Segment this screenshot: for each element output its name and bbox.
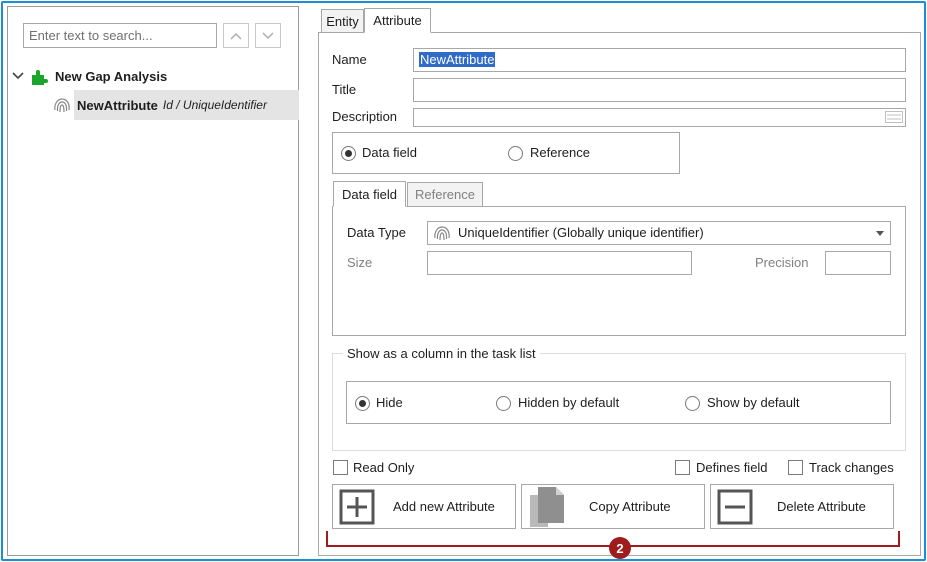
annotation-badge: 2 — [609, 537, 631, 559]
data-type-select[interactable]: UniqueIdentifier (Globally unique identi… — [427, 221, 891, 245]
tree-child-name: NewAttribute — [77, 97, 158, 113]
size-input[interactable] — [427, 251, 692, 275]
dropdown-arrow-icon — [876, 231, 884, 236]
track-changes-checkbox[interactable] — [788, 460, 803, 475]
tab-entity-label: Entity — [326, 14, 359, 29]
read-only-label: Read Only — [353, 460, 415, 475]
copy-attribute-label: Copy Attribute — [589, 499, 671, 514]
task-list-legend: Show as a column in the task list — [343, 346, 540, 361]
defines-field-label: Defines field — [696, 460, 768, 475]
remove-icon — [717, 489, 753, 525]
precision-label: Precision — [755, 255, 809, 270]
tab-attribute[interactable]: Attribute — [364, 8, 431, 33]
fingerprint-icon — [54, 98, 70, 113]
data-type-value: UniqueIdentifier (Globally unique identi… — [458, 225, 704, 240]
track-changes-label: Track changes — [809, 460, 894, 475]
size-label: Size — [347, 255, 373, 270]
show-by-default-radio-label: Show by default — [707, 395, 800, 410]
copy-attribute-button[interactable]: Copy Attribute — [521, 484, 705, 529]
tree-child-type: Id / UniqueIdentifier — [162, 98, 267, 112]
tab-data-field-label: Data field — [342, 186, 397, 202]
tree-root-label: New Gap Analysis — [55, 68, 168, 84]
delete-attribute-button[interactable]: Delete Attribute — [710, 484, 894, 529]
data-type-label: Data Type — [347, 225, 407, 240]
show-by-default-radio[interactable] — [685, 396, 700, 411]
tab-reference-label: Reference — [415, 187, 475, 202]
tree-child-node[interactable]: NewAttribute Id / UniqueIdentifier — [54, 90, 299, 120]
previous-match-button[interactable] — [223, 23, 249, 48]
tab-data-field[interactable]: Data field — [333, 181, 406, 207]
data-field-radio-label: Data field — [362, 145, 417, 160]
delete-attribute-label: Delete Attribute — [777, 499, 866, 514]
puzzle-icon — [32, 70, 48, 85]
tree-root-node[interactable]: New Gap Analysis — [12, 67, 167, 85]
search-placeholder: Enter text to search... — [29, 28, 153, 43]
reference-radio-label: Reference — [530, 145, 590, 160]
expand-editor-icon[interactable] — [885, 111, 903, 123]
add-attribute-button[interactable]: Add new Attribute — [332, 484, 516, 529]
defines-field-checkbox[interactable] — [675, 460, 690, 475]
fingerprint-icon — [434, 226, 450, 241]
hide-radio-label: Hide — [376, 395, 403, 410]
title-label: Title — [332, 82, 357, 97]
hidden-by-default-radio-label: Hidden by default — [518, 395, 620, 410]
precision-input[interactable] — [825, 251, 891, 275]
read-only-checkbox[interactable] — [333, 460, 348, 475]
hide-radio[interactable] — [355, 396, 370, 411]
name-input[interactable]: NewAttribute — [413, 48, 906, 72]
description-label: Description — [332, 109, 398, 124]
name-value: NewAttribute — [419, 52, 496, 67]
tree-panel: Enter text to search... New Gap Analysis… — [7, 6, 299, 556]
reference-radio[interactable] — [508, 146, 523, 161]
tab-reference[interactable]: Reference — [407, 182, 483, 206]
add-icon — [339, 489, 375, 525]
description-input[interactable] — [413, 108, 906, 127]
collapse-chevron-icon[interactable] — [12, 71, 24, 81]
title-input[interactable] — [413, 78, 906, 102]
search-input[interactable]: Enter text to search... — [23, 23, 217, 48]
next-match-button[interactable] — [255, 23, 281, 48]
hidden-by-default-radio[interactable] — [496, 396, 511, 411]
copy-icon — [530, 487, 564, 527]
add-attribute-label: Add new Attribute — [393, 499, 495, 514]
data-field-radio[interactable] — [341, 146, 356, 161]
chevron-up-icon — [230, 32, 242, 40]
name-label: Name — [332, 52, 367, 67]
chevron-down-icon — [262, 31, 274, 39]
tab-entity[interactable]: Entity — [321, 9, 364, 33]
tab-attribute-label: Attribute — [373, 13, 422, 28]
